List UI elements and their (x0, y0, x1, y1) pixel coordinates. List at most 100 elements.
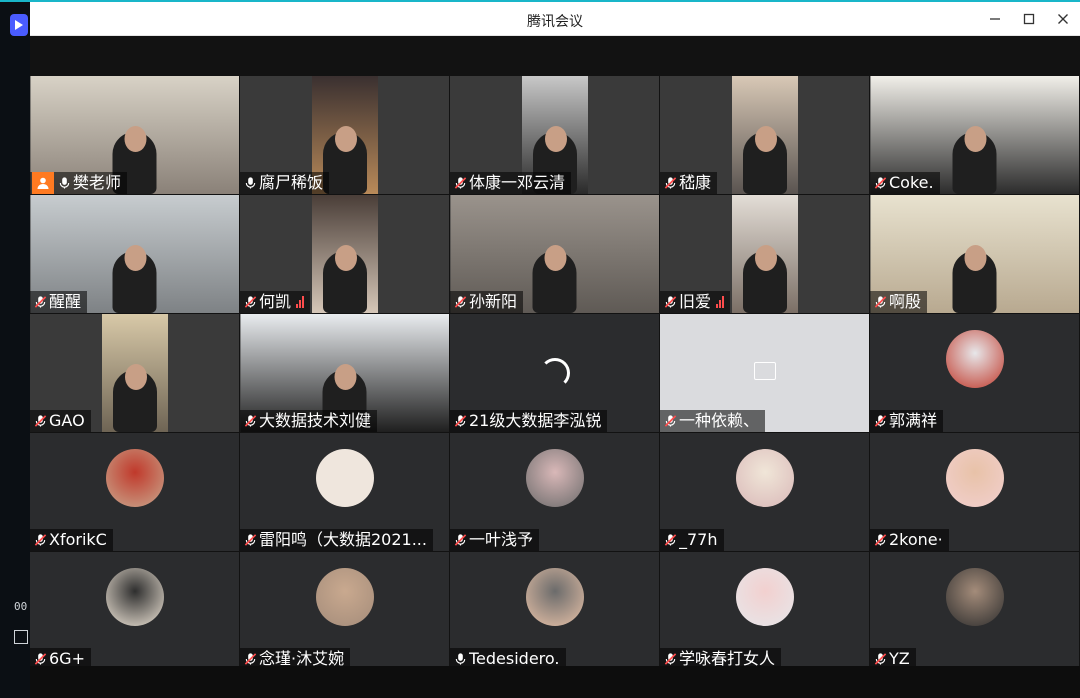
participant-tile[interactable]: 学咏春打女人 (660, 552, 869, 670)
mic-muted-icon (872, 651, 888, 667)
mic-muted-icon (452, 413, 468, 429)
participant-tile[interactable]: 雷阳鸣（大数据2021... (240, 433, 449, 551)
participant-silhouette (952, 245, 997, 313)
maximize-icon (1023, 13, 1035, 25)
participant-name-bar: 何凯 (240, 291, 311, 313)
participant-tile[interactable]: _77h (660, 433, 869, 551)
mic-muted-icon (242, 294, 258, 310)
mic-muted-icon (242, 651, 258, 667)
participant-name-bar: _77h (660, 529, 724, 551)
participant-name-bar: 旧爱 (660, 291, 731, 313)
loading-spinner-icon (539, 358, 570, 388)
mic-on-icon (452, 651, 468, 667)
participant-tile[interactable]: 何凯 (240, 195, 449, 313)
mic-muted-icon (872, 175, 888, 191)
video-feed (731, 195, 798, 313)
participant-silhouette (112, 364, 157, 432)
avatar (525, 568, 584, 626)
participant-name: _77h (679, 531, 718, 549)
participant-head (964, 245, 987, 271)
participant-head (544, 245, 567, 271)
participant-tile[interactable]: 2kone· (870, 433, 1079, 551)
signal-bar (716, 304, 719, 308)
meeting-window: 腾讯会议 樊老师 腐尸稀饭 体康一邓云清 嵇康 Coke. 醒醒 何凯 孙新阳 旧爱 啊殷 GAO 大… (30, 2, 1080, 698)
participant-tile[interactable]: 郭满祥 (870, 314, 1079, 432)
avatar (735, 568, 794, 626)
participant-name: 郭满祥 (889, 412, 938, 430)
participant-tile[interactable]: Tedesidero. (450, 552, 659, 670)
participant-name-bar: GAO (30, 410, 91, 432)
signal-bar (296, 304, 299, 308)
participant-tile[interactable]: 念瑾·沐艾婉 (240, 552, 449, 670)
participant-tile[interactable]: 樊老师 (30, 76, 239, 194)
participant-tile[interactable]: 21级大数据李泓锐 (450, 314, 659, 432)
participant-name: 啊殷 (889, 293, 922, 311)
video-feed (311, 195, 378, 313)
mic-muted-icon (872, 413, 888, 429)
mic-muted-icon (872, 294, 888, 310)
bottom-toolbar-area (30, 666, 1080, 698)
participant-name-bar: Coke. (870, 172, 940, 194)
host-badge-icon (32, 172, 54, 194)
participant-head (964, 126, 987, 152)
participant-name: XforikC (49, 531, 107, 549)
avatar (525, 449, 584, 507)
participant-tile[interactable]: XforikC (30, 433, 239, 551)
participant-name-bar: 雷阳鸣（大数据2021... (240, 529, 433, 551)
participant-tile[interactable]: 一叶浅予 (450, 433, 659, 551)
participant-name: 21级大数据李泓锐 (469, 412, 602, 430)
participant-name: 雷阳鸣（大数据2021... (259, 531, 427, 549)
participant-name: 醒醒 (49, 293, 82, 311)
participant-tile[interactable]: 6G+ (30, 552, 239, 670)
participant-name-bar: 嵇康 (660, 172, 718, 194)
participant-silhouette (532, 245, 577, 313)
mic-muted-icon (662, 532, 678, 548)
participant-name-bar: 腐尸稀饭 (240, 172, 330, 194)
participant-tile[interactable]: 腐尸稀饭 (240, 76, 449, 194)
participant-head (544, 126, 567, 152)
mic-muted-icon (452, 532, 468, 548)
tencent-meeting-app-icon[interactable] (10, 14, 28, 36)
weak-signal-icon (296, 296, 305, 308)
avatar (315, 449, 374, 507)
participant-name-bar: 体康一邓云清 (450, 172, 572, 194)
desktop-side-text: 00 (14, 600, 28, 613)
mic-muted-icon (32, 413, 48, 429)
avatar (105, 568, 164, 626)
participant-head (124, 245, 147, 271)
minimize-button[interactable] (978, 2, 1012, 36)
participant-name-bar: 大数据技术刘健 (240, 410, 378, 432)
participant-head (124, 126, 147, 152)
participant-name: 何凯 (259, 293, 292, 311)
participant-tile[interactable]: 大数据技术刘健 (240, 314, 449, 432)
participant-name-bar: 21级大数据李泓锐 (450, 410, 608, 432)
participant-silhouette (742, 245, 787, 313)
participant-tile[interactable]: 一种依赖、 (660, 314, 869, 432)
close-button[interactable] (1046, 2, 1080, 36)
participant-name-bar: 一叶浅予 (450, 529, 540, 551)
participant-tile[interactable]: GAO (30, 314, 239, 432)
participant-tile[interactable]: 嵇康 (660, 76, 869, 194)
participant-silhouette (742, 126, 787, 194)
participant-tile[interactable]: 体康一邓云清 (450, 76, 659, 194)
participant-tile[interactable]: 醒醒 (30, 195, 239, 313)
participant-name: 腐尸稀饭 (259, 174, 324, 192)
mic-muted-icon (662, 175, 678, 191)
participant-tile[interactable]: Coke. (870, 76, 1079, 194)
video-feed (731, 76, 798, 194)
participant-head (754, 245, 777, 271)
participant-tile[interactable]: 啊殷 (870, 195, 1079, 313)
participant-tile[interactable]: 孙新阳 (450, 195, 659, 313)
participant-name: 嵇康 (679, 174, 712, 192)
mic-muted-icon (242, 413, 258, 429)
maximize-button[interactable] (1012, 2, 1046, 36)
participant-name-bar: 一种依赖、 (660, 410, 766, 432)
participant-name: 一种依赖、 (679, 412, 760, 430)
participant-tile[interactable]: 旧爱 (660, 195, 869, 313)
avatar (315, 568, 374, 626)
mic-on-icon (56, 175, 72, 191)
participant-name-bar: 樊老师 (30, 172, 128, 194)
participant-tile[interactable]: YZ (870, 552, 1079, 670)
participant-head (124, 364, 147, 390)
desktop-play-icon[interactable] (14, 630, 28, 644)
